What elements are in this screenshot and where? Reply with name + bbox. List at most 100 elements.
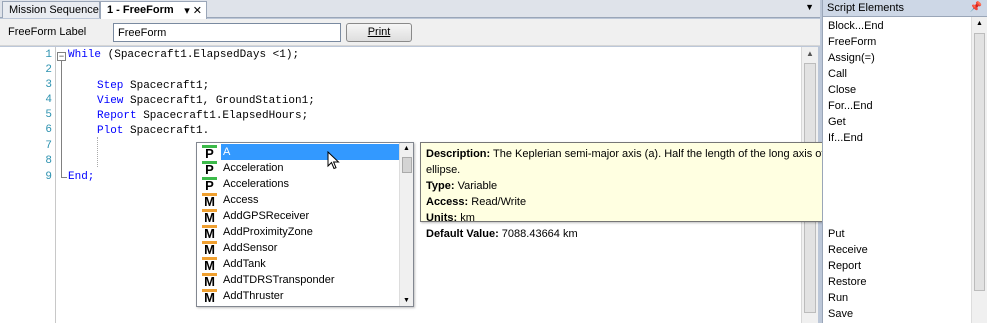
method-badge-icon: M — [202, 193, 217, 208]
list-item[interactable]: M AddTDRSTransponder — [199, 272, 399, 288]
list-item-label: Access — [223, 194, 259, 206]
close-icon[interactable]: ✕ — [193, 5, 202, 17]
script-element-item[interactable]: Receive — [827, 242, 967, 258]
code-line-5: Report Spacecraft1.ElapsedHours; — [97, 110, 308, 122]
script-element-item[interactable]: Run — [827, 290, 967, 306]
tab-dropdown-icon[interactable]: ▾ — [184, 5, 190, 17]
list-item-label: AddSensor — [223, 242, 278, 254]
tooltip-type-value: Variable — [454, 180, 498, 192]
list-item[interactable]: M AddGPSReceiver — [199, 208, 399, 224]
list-item[interactable]: M AddTank — [199, 256, 399, 272]
code-text: Spacecraft1, GroundStation1; — [123, 95, 315, 107]
tab-mission-sequence[interactable]: Mission Sequence — [2, 1, 100, 18]
panel-header: Script Elements 📌 — [823, 0, 987, 17]
scroll-down-icon[interactable]: ▼ — [403, 297, 410, 304]
tooltip-access-label: Access: — [426, 196, 469, 208]
list-item[interactable]: M AddSensor — [199, 240, 399, 256]
panel-scrollbar[interactable]: ▲ — [971, 17, 987, 323]
keyword: Plot — [97, 125, 124, 137]
freeform-label-bar: FreeForm Label Print — [0, 19, 820, 46]
script-element-item[interactable]: Put — [827, 226, 967, 242]
tooltip-units-label: Units: — [426, 212, 458, 224]
scrollbar-thumb[interactable] — [402, 157, 412, 173]
scroll-up-icon[interactable]: ▲ — [403, 145, 410, 152]
method-badge-icon: M — [202, 225, 217, 240]
script-element-item[interactable]: Call — [827, 66, 967, 82]
line-number-gutter: 1 2 3 4 5 6 7 8 9 — [0, 47, 56, 323]
code-text: Spacecraft1. — [123, 125, 210, 137]
list-item-label: Accelerations — [223, 178, 290, 190]
keyword: Step — [97, 80, 124, 92]
scroll-up-icon[interactable]: ▲ — [976, 20, 983, 27]
print-button-label: Print — [367, 26, 391, 38]
code-text: (Spacecraft1.ElapsedDays <1); — [101, 49, 300, 61]
pin-icon[interactable]: 📌 — [970, 2, 982, 13]
script-element-item[interactable]: Assign(=) — [827, 50, 967, 66]
property-badge-icon: P — [202, 161, 217, 176]
code-line-4: View Spacecraft1, GroundStation1; — [97, 95, 315, 107]
script-element-item[interactable]: Get — [827, 114, 967, 130]
script-element-item[interactable]: Save — [827, 306, 967, 322]
script-element-item[interactable]: FreeForm — [827, 34, 967, 50]
list-item-label: Acceleration — [223, 162, 284, 174]
tooltip-default-label: Default Value: — [426, 228, 499, 240]
script-elements-list: Block...End FreeForm Assign(=) Call Clos… — [827, 18, 967, 322]
autocomplete-list[interactable]: P A P Acceleration P Accelerations M Acc… — [196, 142, 414, 307]
scroll-up-icon[interactable]: ▲ — [806, 49, 814, 58]
list-item[interactable]: P Accelerations — [199, 176, 399, 192]
list-item-label: AddTank — [223, 258, 266, 270]
list-item-label: AddTDRSTransponder — [223, 274, 335, 286]
scrollbar-thumb[interactable] — [974, 33, 985, 291]
method-badge-icon: M — [202, 273, 217, 288]
list-item-label: AddProximityZone — [223, 226, 313, 238]
list-item-label: A — [221, 144, 399, 160]
script-element-item[interactable]: Close — [827, 82, 967, 98]
tooltip-type-label: Type: — [426, 180, 455, 192]
tooltip-units-value: km — [457, 212, 475, 224]
list-item[interactable]: P A — [199, 144, 399, 160]
line-number: 8 — [45, 155, 52, 167]
tooltip-access-value: Read/Write — [468, 196, 527, 208]
keyword: Report — [97, 110, 137, 122]
script-element-item[interactable]: Block...End — [827, 18, 967, 34]
keyword: While — [68, 49, 102, 61]
indent-guide — [97, 137, 98, 167]
keyword: End; — [68, 171, 95, 183]
tooltip-default-value: 7088.43664 km — [498, 228, 578, 240]
freeform-label-caption: FreeForm Label — [8, 26, 87, 38]
fold-guide-end — [61, 177, 67, 178]
line-number: 1 — [45, 49, 52, 61]
tab-list-dropdown-icon[interactable]: ▼ — [805, 2, 814, 12]
list-item[interactable]: M Access — [199, 192, 399, 208]
member-info-tooltip: Description: The Keplerian semi-major ax… — [420, 142, 887, 240]
autocomplete-scrollbar[interactable]: ▲ ▼ — [399, 143, 413, 306]
script-element-item[interactable]: Restore — [827, 274, 967, 290]
print-button[interactable]: Print — [346, 23, 412, 42]
property-badge-icon: P — [202, 145, 217, 160]
line-number: 3 — [45, 79, 52, 91]
list-item[interactable]: M AddThruster — [199, 288, 399, 304]
line-number: 2 — [45, 64, 52, 76]
tooltip-description-value: The Keplerian semi-major axis (a). Half … — [426, 148, 868, 176]
panel-title: Script Elements — [827, 2, 905, 14]
script-element-item[interactable]: If...End — [827, 130, 967, 146]
freeform-label-input[interactable] — [113, 23, 341, 42]
code-line-9: End; — [68, 171, 94, 183]
list-item-label: AddGPSReceiver — [223, 210, 310, 222]
script-element-item[interactable]: Report — [827, 258, 967, 274]
list-item[interactable]: P Acceleration — [199, 160, 399, 176]
method-badge-icon: M — [202, 289, 217, 304]
property-badge-icon: P — [202, 177, 217, 192]
tab-freeform[interactable]: 1 - FreeForm ▾ ✕ — [100, 1, 207, 19]
collapse-icon[interactable]: − — [57, 52, 66, 61]
line-number: 6 — [45, 124, 52, 136]
line-number: 5 — [45, 109, 52, 121]
list-item[interactable]: M AddProximityZone — [199, 224, 399, 240]
code-text: Spacecraft1; — [123, 80, 210, 92]
method-badge-icon: M — [202, 241, 217, 256]
line-number: 7 — [45, 140, 52, 152]
list-item-label: AddThruster — [223, 290, 284, 302]
keyword: View — [97, 95, 124, 107]
script-element-item[interactable]: For...End — [827, 98, 967, 114]
tab-label: Mission Sequence — [9, 4, 99, 16]
